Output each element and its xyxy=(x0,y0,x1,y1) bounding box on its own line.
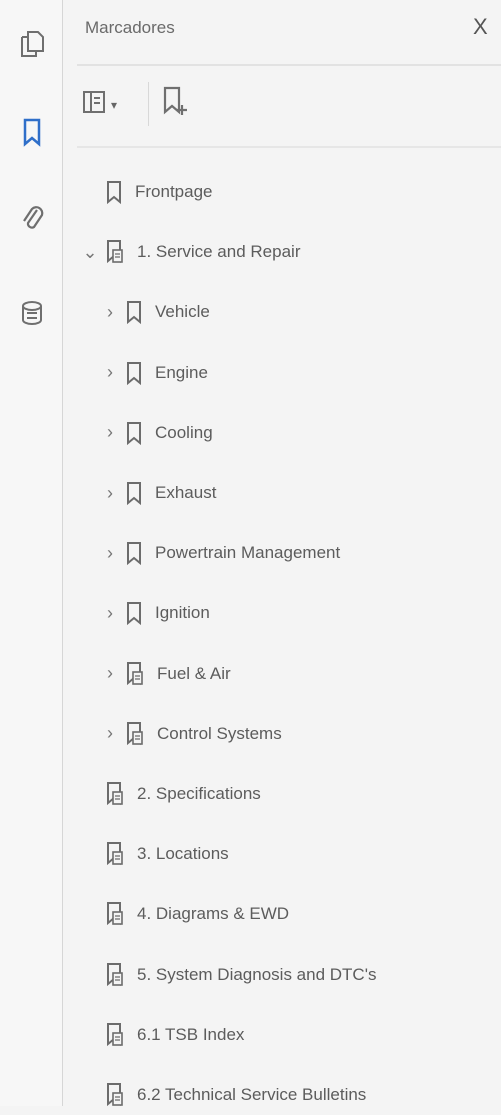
chevron-right-icon[interactable]: › xyxy=(101,603,119,624)
signature-icon[interactable] xyxy=(12,294,52,334)
bookmark-icon xyxy=(125,480,143,506)
bookmark-label: Ignition xyxy=(155,603,210,623)
bookmark-item[interactable]: › Vehicle xyxy=(101,292,210,332)
new-bookmark-button[interactable] xyxy=(159,84,189,125)
bookmark-label: Exhaust xyxy=(155,483,217,502)
bookmark-label: 5. System Diagnosis and DTC's xyxy=(137,964,377,984)
toolbar-divider-bottom xyxy=(77,146,501,148)
chevron-right-icon[interactable]: › xyxy=(101,543,119,564)
navigation-rail xyxy=(0,0,63,1106)
bookmark-item[interactable]: › Exhaust xyxy=(101,473,216,513)
bookmark-item[interactable]: › Engine xyxy=(101,353,208,393)
bookmark-item[interactable]: 6.2 Technical Service Bulletins xyxy=(81,1075,366,1115)
bookmark-doc-icon xyxy=(105,1021,125,1049)
bookmark-label: Engine xyxy=(155,362,208,382)
bookmark-label: Powertrain Management xyxy=(155,543,341,563)
bookmark-icon[interactable] xyxy=(12,112,52,152)
bookmark-item[interactable]: 4. Diagrams & EWD xyxy=(81,894,289,934)
bookmark-doc-icon xyxy=(105,900,125,928)
bookmark-doc-icon xyxy=(105,1081,125,1109)
bookmark-doc-icon xyxy=(125,660,145,688)
chevron-down-icon[interactable]: ⌄ xyxy=(81,242,99,263)
bookmark-item[interactable]: › Fuel & Air xyxy=(101,654,231,694)
bookmark-label: 3. Locations xyxy=(137,844,229,864)
header-divider xyxy=(77,64,501,66)
bookmark-label: 4. Diagrams & EWD xyxy=(137,904,290,924)
bookmark-label: 2. Specifications xyxy=(137,784,261,803)
bookmark-doc-icon xyxy=(105,238,125,266)
chevron-down-icon: ▾ xyxy=(111,97,118,112)
bookmark-label: Fuel & Air xyxy=(157,663,231,683)
bookmark-label: 6.2 Technical Service Bulletins xyxy=(137,1085,367,1104)
bookmark-item[interactable]: › Ignition xyxy=(101,593,210,633)
bookmark-item[interactable]: › Control Systems xyxy=(101,714,282,754)
bookmark-item[interactable]: 2. Specifications xyxy=(81,774,261,814)
bookmark-label: 6.1 TSB Index xyxy=(137,1024,245,1044)
bookmark-label: Cooling xyxy=(155,422,213,442)
chevron-right-icon[interactable]: › xyxy=(101,422,119,443)
bookmark-doc-icon xyxy=(105,961,125,989)
attachment-icon[interactable] xyxy=(12,198,52,238)
new-bookmark-icon xyxy=(159,84,189,125)
bookmark-item[interactable]: ⌄ 1. Service and Repair xyxy=(81,232,300,272)
panel-title: Marcadores xyxy=(85,18,175,37)
chevron-right-icon[interactable]: › xyxy=(101,483,119,504)
toolbar-divider xyxy=(148,82,149,126)
bookmark-icon xyxy=(125,360,143,386)
bookmark-item[interactable]: Frontpage xyxy=(81,172,213,212)
bookmark-item[interactable]: › Powertrain Management xyxy=(101,533,340,573)
bookmark-icon xyxy=(105,179,123,205)
bookmark-label: 1. Service and Repair xyxy=(137,242,301,262)
bookmark-icon xyxy=(125,420,143,446)
bookmark-icon xyxy=(125,540,143,566)
bookmark-item[interactable]: 3. Locations xyxy=(81,834,229,874)
bookmark-options-icon xyxy=(81,88,107,121)
bookmark-item[interactable]: 5. System Diagnosis and DTC's xyxy=(81,955,376,995)
bookmark-options-button[interactable]: ▾ xyxy=(81,88,117,121)
bookmark-item[interactable]: 6.1 TSB Index xyxy=(81,1015,244,1055)
bookmark-icon xyxy=(125,600,143,626)
bookmark-doc-icon xyxy=(105,780,125,808)
bookmark-icon xyxy=(125,299,143,325)
chevron-right-icon[interactable]: › xyxy=(101,723,119,744)
bookmark-label: Frontpage xyxy=(135,182,213,201)
bookmark-doc-icon xyxy=(105,840,125,868)
bookmark-label: Vehicle xyxy=(155,302,210,322)
chevron-right-icon[interactable]: › xyxy=(101,362,119,383)
bookmark-label: Control Systems xyxy=(157,723,282,743)
bookmark-item[interactable]: › Cooling xyxy=(101,413,213,453)
close-button[interactable]: X xyxy=(473,14,488,40)
chevron-right-icon[interactable]: › xyxy=(101,302,119,323)
bookmarks-panel: Marcadores X ▾ Frontpage ⌄ 1. Service and … xyxy=(63,0,501,1107)
bookmark-doc-icon xyxy=(125,720,145,748)
pages-icon[interactable] xyxy=(12,24,52,64)
chevron-right-icon[interactable]: › xyxy=(101,663,119,684)
